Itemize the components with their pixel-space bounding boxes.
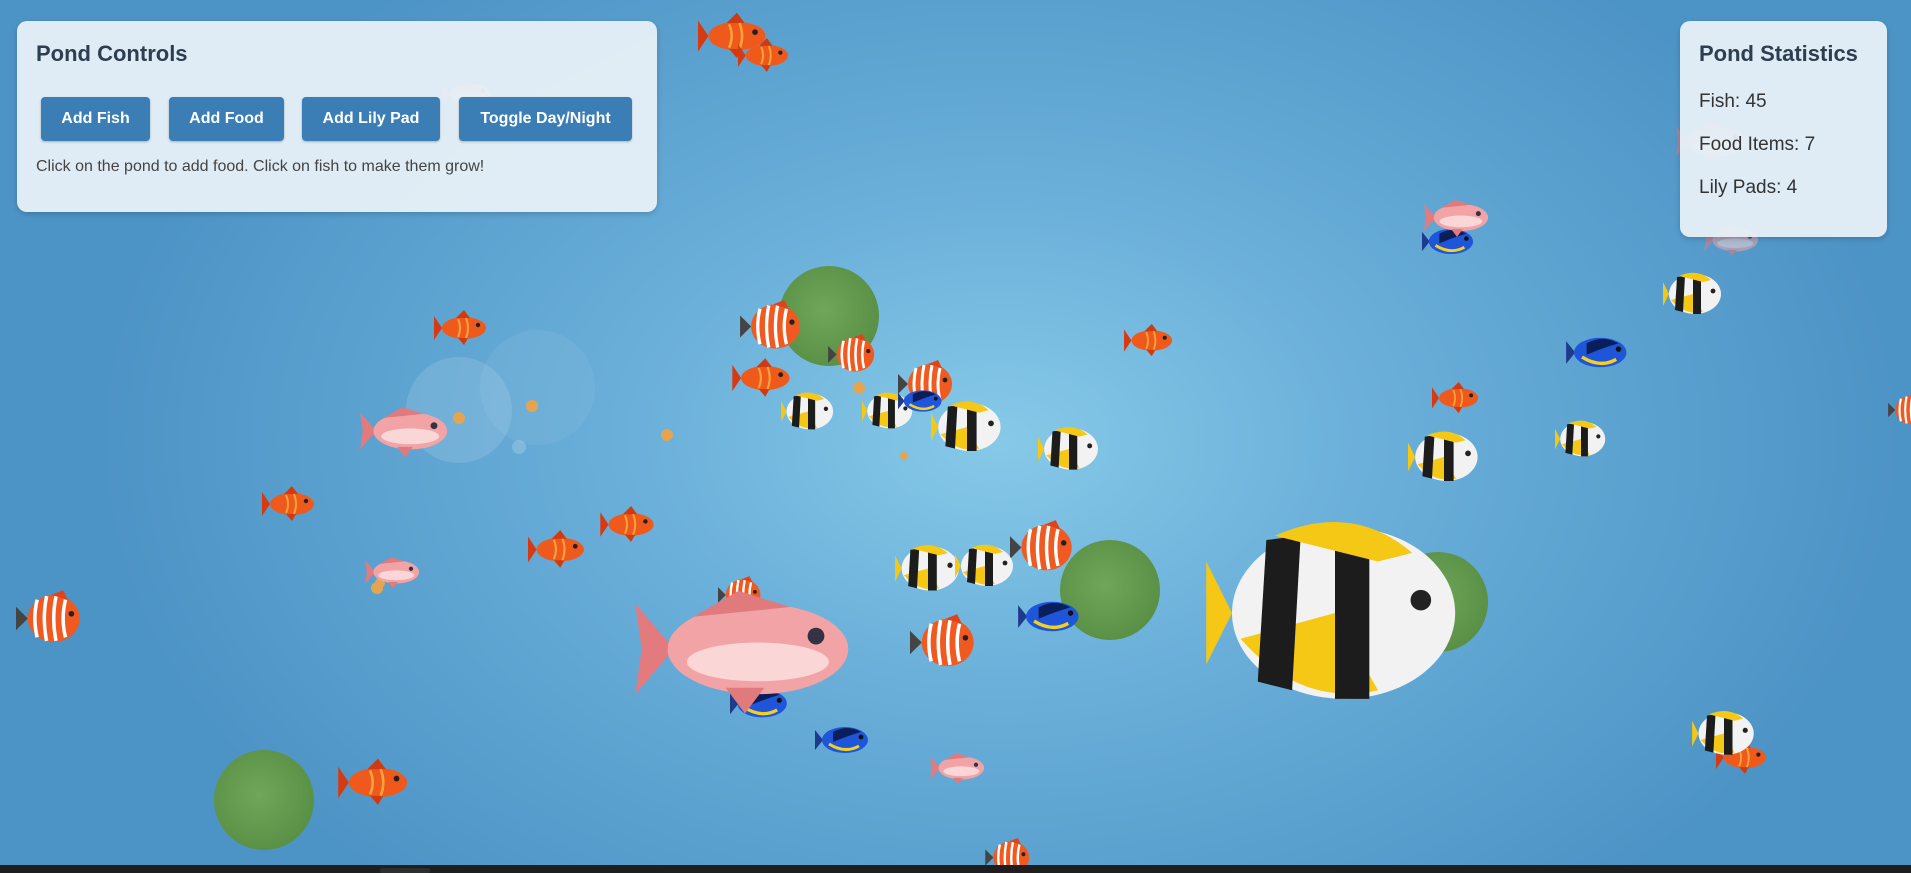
red-snapper-icon[interactable] [365, 554, 421, 590]
clownfish-icon[interactable] [985, 838, 1031, 865]
bubble [512, 440, 526, 454]
red-snapper-icon[interactable] [1424, 196, 1490, 239]
red-snapper-icon[interactable] [635, 578, 855, 720]
butterflyfish-icon[interactable] [1555, 418, 1607, 460]
add-lily-pad-button[interactable]: Add Lily Pad [302, 97, 440, 141]
instructions-text: Click on the pond to add food. Click on … [36, 158, 485, 175]
blue-tang-icon[interactable] [815, 722, 871, 758]
goldfish-icon[interactable] [600, 504, 656, 545]
butterflyfish-icon[interactable] [781, 390, 835, 433]
food-count-label: Food Items: 7 [1699, 134, 1816, 155]
toggle-day-night-button[interactable]: Toggle Day/Night [459, 97, 632, 141]
add-fish-button[interactable]: Add Fish [41, 97, 150, 141]
food-pellet [526, 400, 538, 412]
pond-controls-panel: Pond Controls Add Fish Add Food Add Lily… [17, 21, 657, 212]
butterflyfish-icon[interactable] [1692, 708, 1756, 759]
goldfish-icon[interactable] [338, 756, 410, 809]
clownfish-icon[interactable] [1010, 520, 1074, 575]
food-pellet [453, 412, 465, 424]
lily-count-label: Lily Pads: 4 [1699, 177, 1798, 198]
lily-count: Lily Pads: 4 [1699, 177, 1797, 199]
clownfish-icon[interactable] [16, 590, 82, 647]
fish-count-label: Fish: 45 [1699, 91, 1767, 112]
goldfish-icon[interactable] [528, 528, 586, 571]
blue-tang-icon[interactable] [1018, 596, 1082, 637]
bottom-bar [0, 865, 1911, 873]
panel-title: Pond Controls [36, 41, 188, 66]
food-pellet [661, 429, 673, 441]
goldfish-icon[interactable] [1124, 322, 1174, 359]
lily-pad[interactable] [214, 750, 314, 850]
food-count: Food Items: 7 [1699, 134, 1815, 156]
goldfish-icon[interactable] [1432, 380, 1480, 416]
bubble [480, 330, 595, 445]
fish-count: Fish: 45 [1699, 91, 1767, 113]
food-pellet [900, 452, 908, 460]
clownfish-icon[interactable] [910, 614, 976, 671]
butterflyfish-icon[interactable] [1206, 510, 1464, 716]
goldfish-icon[interactable] [262, 484, 316, 524]
butterflyfish-icon[interactable] [1038, 424, 1100, 474]
blue-tang-icon[interactable] [1566, 332, 1630, 373]
butterflyfish-icon[interactable] [955, 542, 1015, 590]
red-snapper-icon[interactable] [930, 750, 986, 786]
goldfish-icon[interactable] [434, 308, 488, 348]
butterflyfish-icon[interactable] [895, 542, 961, 595]
clownfish-icon[interactable] [828, 334, 876, 375]
butterflyfish-icon[interactable] [1408, 428, 1480, 486]
clownfish-icon[interactable] [740, 300, 802, 353]
red-snapper-icon[interactable] [360, 402, 450, 460]
add-food-button[interactable]: Add Food [169, 97, 284, 141]
blue-tang-icon[interactable] [898, 386, 944, 416]
butterflyfish-icon[interactable] [1663, 270, 1723, 318]
clownfish-icon[interactable] [1888, 393, 1911, 427]
pond-statistics-panel: Pond Statistics Fish: 45 Food Items: 7 L… [1680, 21, 1887, 237]
goldfish-icon[interactable] [738, 36, 790, 75]
panel-title: Pond Statistics [1699, 41, 1858, 66]
scroll-handle[interactable] [380, 868, 430, 873]
